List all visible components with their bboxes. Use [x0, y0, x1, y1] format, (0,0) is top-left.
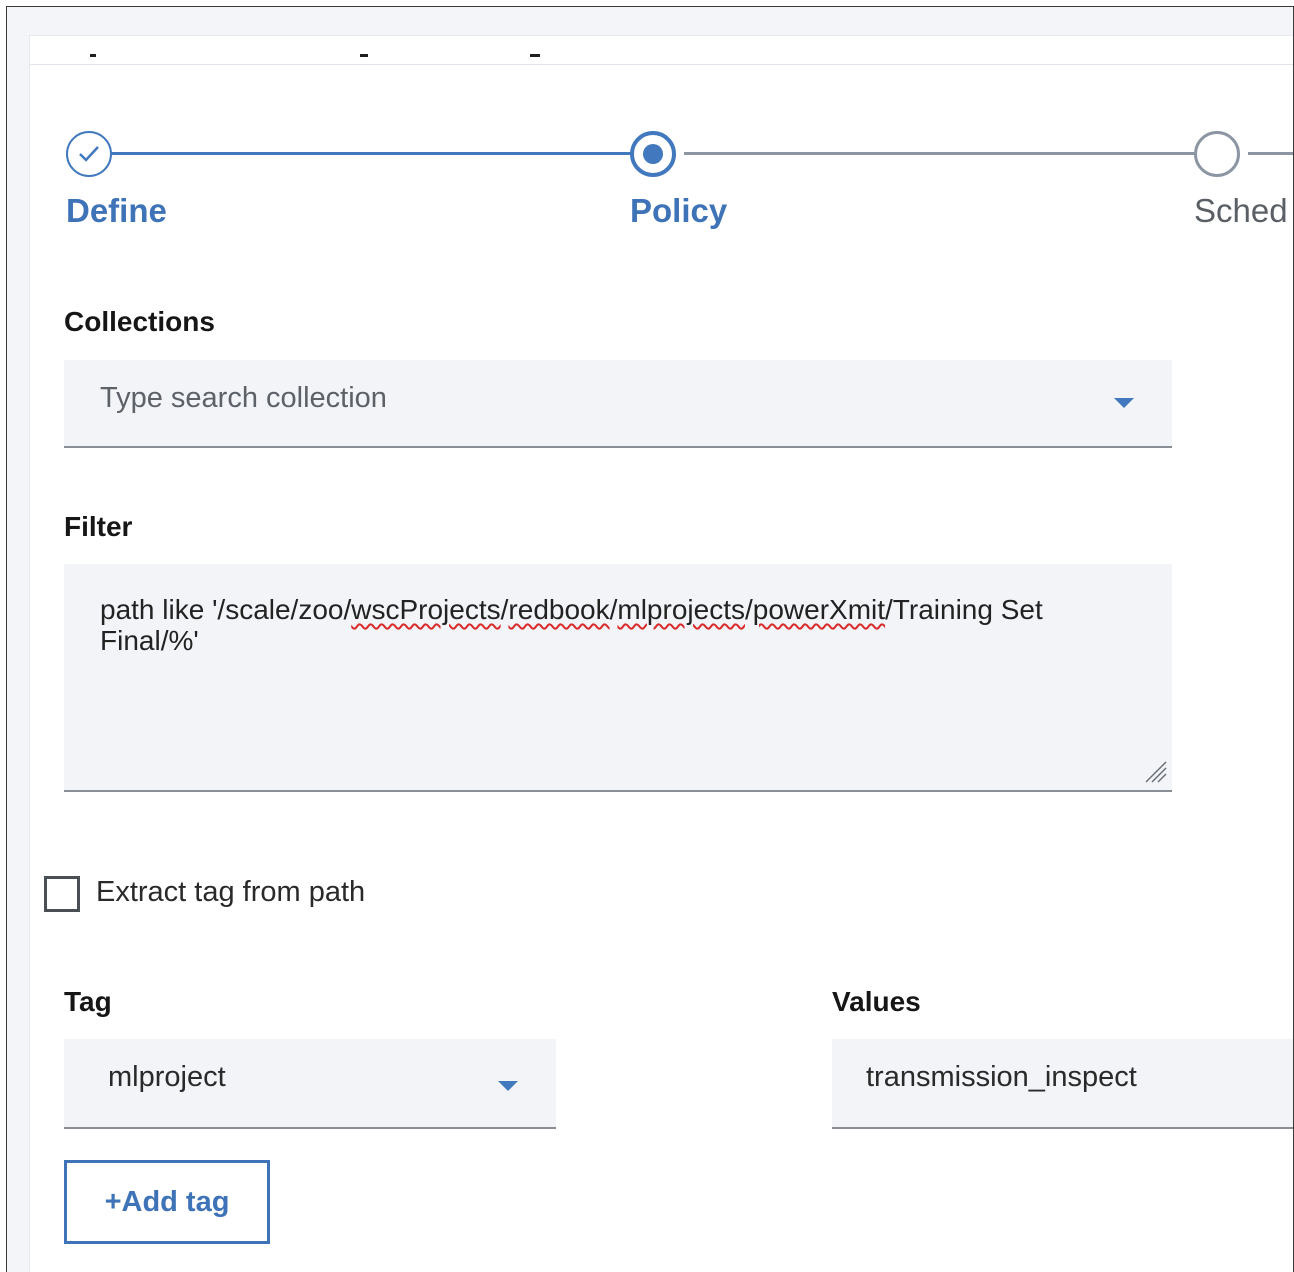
window-frame: Define Policy Sched Collections Type sea… [6, 6, 1294, 1272]
step-schedule-label[interactable]: Sched [1194, 192, 1288, 230]
collections-placeholder: Type search collection [100, 382, 387, 414]
collections-label: Collections [64, 306, 215, 337]
values-input[interactable]: transmission_inspect [832, 1039, 1293, 1129]
policy-panel: Define Policy Sched Collections Type sea… [29, 35, 1293, 1272]
tag-value: mlproject [108, 1061, 226, 1093]
step-policy-label[interactable]: Policy [630, 192, 727, 230]
progress-line-tail [1248, 152, 1293, 155]
tag-select[interactable]: mlproject [64, 1039, 556, 1129]
step-define-checkmark-icon[interactable] [66, 131, 112, 177]
collections-select[interactable]: Type search collection [64, 360, 1172, 448]
filter-value[interactable]: path like '/scale/zoo/wscProjects/redboo… [100, 594, 1140, 656]
extract-tag-label[interactable]: Extract tag from path [96, 876, 365, 909]
chevron-down-icon[interactable] [498, 1081, 518, 1091]
values-label: Values [832, 986, 921, 1017]
progress-line-incomplete [684, 152, 1224, 155]
spellcheck-word: redbook [508, 594, 610, 625]
spellcheck-word: wscProjects [351, 594, 501, 625]
step-policy-current-icon[interactable] [630, 131, 676, 177]
resize-grip-icon[interactable] [1142, 758, 1168, 784]
filter-label: Filter [64, 511, 133, 542]
values-value: transmission_inspect [866, 1061, 1137, 1093]
chevron-down-icon[interactable] [1114, 398, 1134, 408]
spellcheck-word: powerXmit [752, 594, 886, 625]
step-schedule-empty-icon[interactable] [1194, 131, 1240, 177]
tag-label: Tag [64, 986, 112, 1017]
filter-textarea[interactable]: path like '/scale/zoo/wscProjects/redboo… [64, 564, 1172, 792]
extract-tag-checkbox[interactable] [44, 876, 80, 912]
progress-indicator: Define Policy Sched [30, 36, 1293, 236]
progress-line-complete [96, 152, 636, 155]
spellcheck-word: mlprojects [617, 594, 745, 625]
add-tag-button[interactable]: +Add tag [64, 1160, 270, 1244]
step-define-label[interactable]: Define [66, 192, 167, 230]
